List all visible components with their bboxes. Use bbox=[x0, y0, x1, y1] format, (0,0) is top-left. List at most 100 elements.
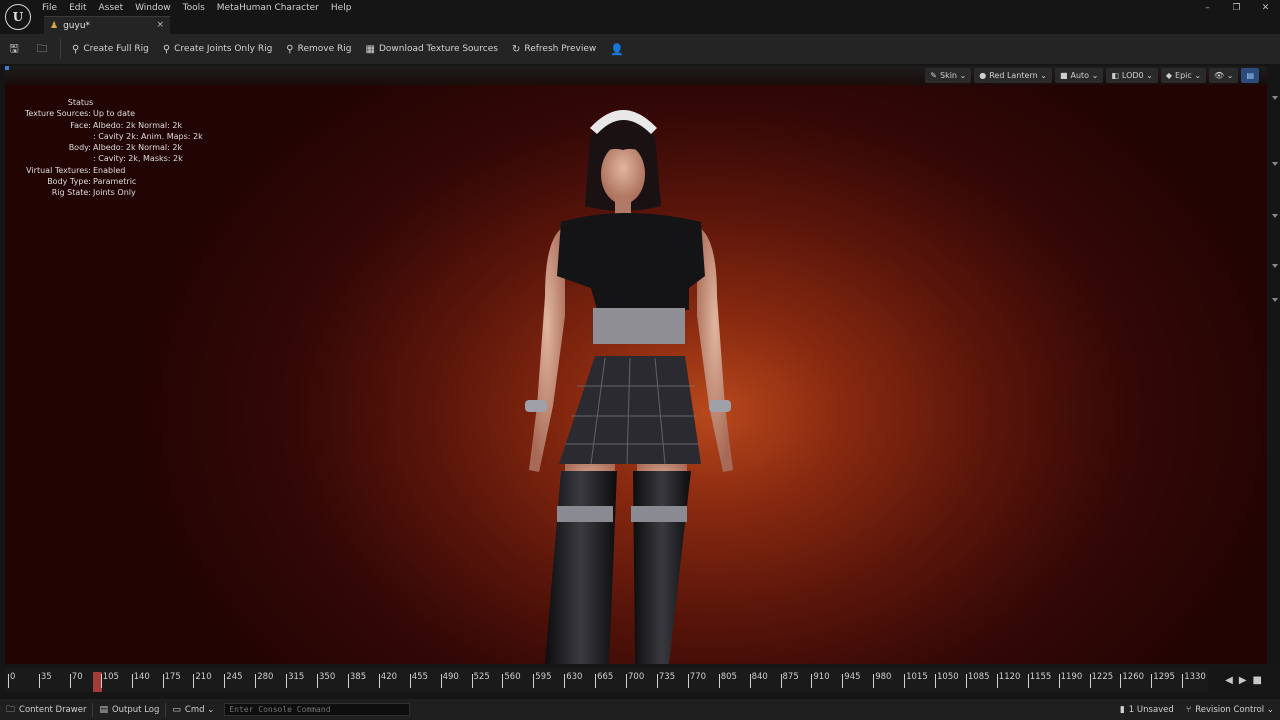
unreal-logo-icon[interactable]: U bbox=[5, 4, 31, 30]
content-drawer-icon: 🗀 bbox=[6, 704, 16, 715]
menu-tools[interactable]: Tools bbox=[177, 1, 211, 15]
timeline-tick bbox=[378, 674, 380, 688]
timeline-tick bbox=[502, 674, 504, 688]
collapse-arrow-icon[interactable] bbox=[1272, 264, 1278, 268]
timeline-tick-label: 175 bbox=[164, 672, 181, 682]
viewport-side-strip bbox=[1267, 66, 1280, 664]
unsaved-icon: ▮ bbox=[1119, 704, 1125, 715]
timeline-ruler[interactable]: 0 35 70 105 140 175 210 245 280 315 350 385 420 455 49… bbox=[6, 668, 1208, 692]
menu-file[interactable]: File bbox=[36, 1, 63, 15]
timeline-tick bbox=[718, 674, 720, 688]
timeline-tick bbox=[1089, 674, 1091, 688]
timeline-tick bbox=[1058, 674, 1060, 688]
play-backward-icon[interactable]: ◀ bbox=[1225, 675, 1233, 686]
remove-rig-icon: ⚲ bbox=[286, 43, 294, 55]
collapse-arrow-icon[interactable] bbox=[1272, 298, 1278, 302]
timeline-tick-label: 630 bbox=[566, 672, 583, 682]
timeline-tick-label: 1050 bbox=[937, 672, 959, 682]
status-key bbox=[23, 131, 91, 142]
timeline-tick bbox=[69, 674, 71, 688]
close-window-icon[interactable]: ✕ bbox=[1251, 0, 1280, 16]
remove-rig-button[interactable]: ⚲ Remove Rig bbox=[279, 34, 358, 64]
menu-help[interactable]: Help bbox=[325, 1, 358, 15]
status-bar: 🗀 Content Drawer ▤ Output Log ▭ Cmd ⌄ ▮ … bbox=[0, 699, 1280, 720]
timeline-tick-label: 875 bbox=[782, 672, 799, 682]
maximize-icon[interactable]: ❐ bbox=[1222, 0, 1251, 16]
timeline-tick-label: 70 bbox=[71, 672, 83, 682]
timeline-tick-label: 1260 bbox=[1122, 672, 1145, 682]
timeline-tick bbox=[904, 674, 906, 688]
timeline-tick-label: 385 bbox=[349, 672, 367, 682]
timeline-tick bbox=[811, 674, 813, 688]
statusbar-right: ▮ 1 Unsaved ⑂ Revision Control ⌄ bbox=[1114, 699, 1280, 720]
document-tab[interactable]: ♟ guyu* × bbox=[44, 16, 170, 34]
timeline-tick bbox=[656, 674, 658, 688]
status-key: Texture Sources: bbox=[24, 109, 91, 119]
timeline-tick-label: 315 bbox=[288, 672, 305, 682]
timeline-tick bbox=[1151, 674, 1153, 688]
status-key: Virtual Textures: bbox=[26, 165, 91, 175]
create-joints-only-rig-button[interactable]: ⚲ Create Joints Only Rig bbox=[156, 34, 279, 64]
timeline-tick bbox=[626, 674, 627, 688]
timeline-tick bbox=[780, 674, 782, 688]
timeline-tick-label: 245 bbox=[226, 672, 243, 682]
menu-metahuman-character[interactable]: MetaHuman Character bbox=[211, 1, 325, 15]
content-drawer-button[interactable]: 🗀 Content Drawer bbox=[0, 699, 92, 720]
chevron-down-icon: ⌄ bbox=[1264, 704, 1274, 715]
timeline-tick-label: 35 bbox=[40, 672, 52, 682]
timeline-tick bbox=[193, 674, 195, 688]
minimize-icon[interactable]: – bbox=[1193, 0, 1222, 16]
menu-edit[interactable]: Edit bbox=[63, 1, 92, 15]
collapse-arrow-icon[interactable] bbox=[1272, 96, 1278, 100]
timeline-tick bbox=[471, 674, 473, 688]
console-command-input[interactable] bbox=[224, 703, 411, 716]
preview-viewport[interactable]: ✎ Skin ⌄ ● Red Lantern ⌄ ■ Auto ⌄ ◧ LOD0… bbox=[5, 66, 1267, 664]
timeline-tick bbox=[409, 674, 411, 688]
timeline-tick-label: 1120 bbox=[998, 672, 1021, 682]
timeline-tick-label: 1155 bbox=[1029, 672, 1052, 682]
status-key: Face: bbox=[70, 120, 91, 130]
status-key: Rig State: bbox=[51, 188, 91, 198]
unsaved-button[interactable]: ▮ 1 Unsaved bbox=[1114, 699, 1180, 720]
status-row: Texture Sources: Up to date bbox=[23, 108, 203, 119]
revision-control-icon: ⑂ bbox=[1185, 704, 1192, 715]
menu-asset[interactable]: Asset bbox=[93, 1, 130, 15]
timeline-tick bbox=[1027, 674, 1029, 688]
timeline-tick-label: 1225 bbox=[1091, 672, 1114, 682]
collapse-arrow-icon[interactable] bbox=[1272, 214, 1278, 218]
status-row: : Cavity: 2k, Masks: 2k bbox=[23, 153, 203, 164]
refresh-preview-label: Refresh Preview bbox=[524, 44, 597, 54]
playback-controls: ◀ ▶ ■ bbox=[1225, 675, 1262, 686]
save-icon[interactable]: 🖫 bbox=[0, 34, 28, 64]
timeline-tick-label: 560 bbox=[504, 672, 521, 682]
menu-window[interactable]: Window bbox=[129, 1, 177, 15]
timeline-tick bbox=[255, 674, 257, 688]
status-value: : Cavity: 2k, Masks: 2k bbox=[93, 154, 183, 164]
tab-close-icon[interactable]: × bbox=[156, 20, 164, 30]
animation-timeline: 0 35 70 105 140 175 210 245 280 315 350 385 420 455 49… bbox=[0, 666, 1280, 696]
timeline-tick-label: 1085 bbox=[967, 672, 990, 682]
timeline-tick-label: 1015 bbox=[906, 672, 928, 682]
timeline-tick-label: 735 bbox=[658, 672, 676, 682]
timeline-tick-label: 770 bbox=[689, 672, 707, 682]
refresh-preview-button[interactable]: ↻ Refresh Preview bbox=[505, 34, 603, 64]
create-full-rig-button[interactable]: ⚲ Create Full Rig bbox=[65, 34, 156, 64]
title-bar: U File Edit Asset Window Tools MetaHuman… bbox=[0, 0, 1280, 34]
play-forward-icon[interactable]: ▶ bbox=[1239, 675, 1247, 686]
cmd-dropdown[interactable]: ▭ Cmd ⌄ bbox=[166, 699, 220, 720]
status-row: Rig State: Joints Only bbox=[23, 187, 203, 198]
browse-asset-icon[interactable]: 🗀 bbox=[28, 34, 56, 64]
tab-label: guyu* bbox=[63, 20, 91, 31]
output-log-button[interactable]: ▤ Output Log bbox=[93, 699, 165, 720]
menu-bar: File Edit Asset Window Tools MetaHuman C… bbox=[36, 1, 357, 15]
revision-control-button[interactable]: ⑂ Revision Control ⌄ bbox=[1180, 699, 1280, 720]
download-texture-sources-button[interactable]: ▦ Download Texture Sources bbox=[358, 34, 504, 64]
timeline-tick bbox=[8, 674, 9, 688]
user-icon[interactable]: 👤 bbox=[603, 34, 631, 64]
stop-icon[interactable]: ■ bbox=[1253, 675, 1262, 686]
revision-control-label: Revision Control bbox=[1195, 704, 1265, 715]
status-row: Face: Albedo: 2k Normal: 2k bbox=[23, 120, 203, 131]
timeline-tick bbox=[100, 674, 102, 688]
collapse-arrow-icon[interactable] bbox=[1272, 162, 1278, 166]
timeline-tick-label: 700 bbox=[628, 672, 645, 682]
